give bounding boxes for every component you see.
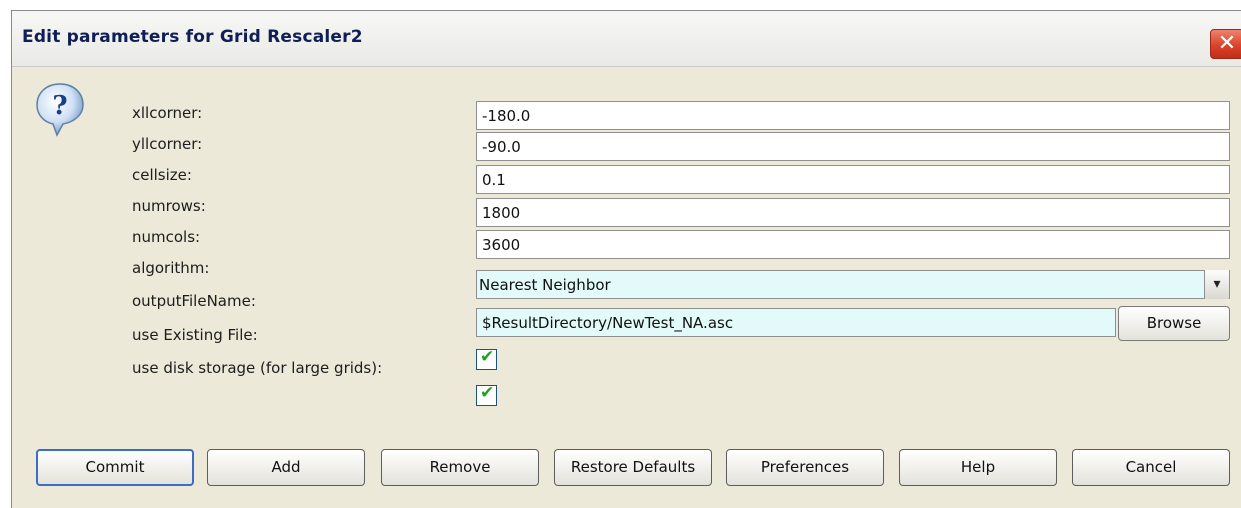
cellsize-label: cellsize:: [132, 166, 192, 184]
xllcorner-field[interactable]: -180.0: [476, 101, 1230, 130]
close-button[interactable]: ✕: [1210, 29, 1241, 59]
disk-storage-label: use disk storage (for large grids):: [132, 359, 383, 377]
help-button[interactable]: Help: [899, 449, 1057, 486]
xllcorner-label: xllcorner:: [132, 104, 203, 122]
chevron-down-icon[interactable]: ▾: [1204, 270, 1229, 299]
cancel-button[interactable]: Cancel: [1072, 449, 1230, 486]
algorithm-label: algorithm:: [132, 259, 210, 277]
restore-defaults-button[interactable]: Restore Defaults: [554, 449, 712, 486]
use-existing-file-label: use Existing File:: [132, 326, 258, 344]
use-existing-file-checkbox[interactable]: ✔: [476, 347, 497, 370]
disk-storage-checkbox[interactable]: ✔: [476, 383, 497, 406]
numcols-label: numcols:: [132, 228, 201, 246]
browse-button[interactable]: Browse: [1118, 306, 1230, 341]
numrows-field[interactable]: 1800: [476, 198, 1230, 227]
checkmark-icon: ✔: [480, 347, 495, 367]
preferences-button[interactable]: Preferences: [726, 449, 884, 486]
checkmark-icon: ✔: [480, 383, 495, 403]
help-question-symbol: ?: [52, 91, 67, 121]
commit-button[interactable]: Commit: [36, 449, 194, 486]
dialog-window: Edit parameters for Grid Rescaler2 ✕ ? x…: [11, 10, 1241, 508]
numrows-label: numrows:: [132, 197, 206, 215]
output-file-name-field[interactable]: $ResultDirectory/NewTest_NA.asc: [476, 308, 1116, 337]
output-file-name-label: outputFileName:: [132, 292, 256, 310]
algorithm-select[interactable]: Nearest Neighbor: [476, 270, 1230, 299]
yllcorner-field[interactable]: -90.0: [476, 132, 1230, 161]
numcols-field[interactable]: 3600: [476, 230, 1230, 259]
title-bar[interactable]: Edit parameters for Grid Rescaler2 ✕: [12, 11, 1241, 67]
dialog-title: Edit parameters for Grid Rescaler2: [22, 27, 363, 47]
help-question-icon: ?: [36, 83, 84, 137]
yllcorner-label: yllcorner:: [132, 135, 203, 153]
cellsize-field[interactable]: 0.1: [476, 165, 1230, 194]
close-icon: ✕: [1217, 31, 1237, 56]
remove-button[interactable]: Remove: [381, 449, 539, 486]
add-button[interactable]: Add: [207, 449, 365, 486]
